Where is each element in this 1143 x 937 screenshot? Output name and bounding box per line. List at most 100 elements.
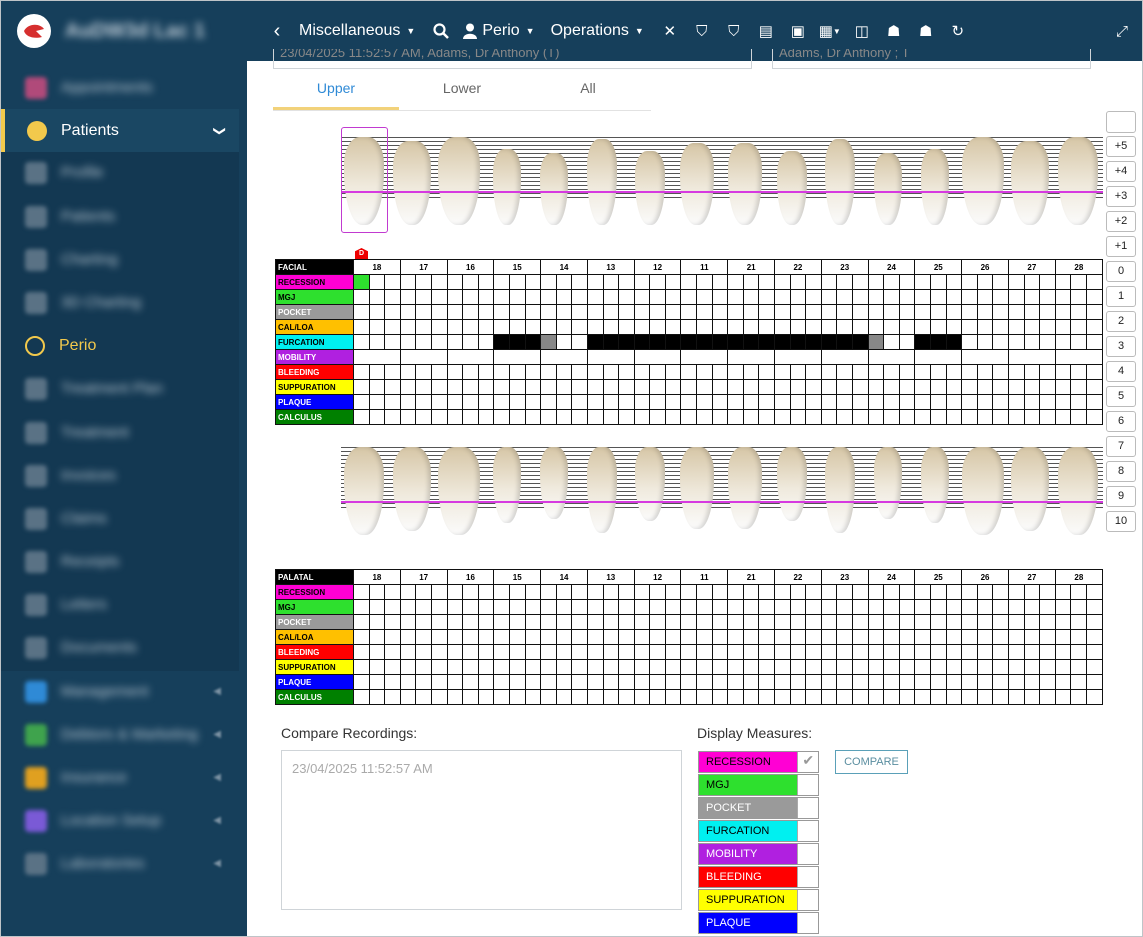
- tooth-15[interactable]: [492, 447, 521, 523]
- measure-cell[interactable]: [1039, 394, 1056, 410]
- measure-cell[interactable]: [696, 304, 713, 320]
- measure-cell[interactable]: [1023, 274, 1041, 290]
- measure-cell[interactable]: [696, 274, 713, 290]
- measure-cell[interactable]: [1007, 319, 1025, 335]
- measure-cell[interactable]: [493, 689, 510, 705]
- measure-cell[interactable]: [867, 584, 885, 600]
- measure-cell[interactable]: [789, 409, 807, 425]
- measure-cell[interactable]: [524, 394, 542, 410]
- measure-cell[interactable]: [524, 319, 542, 335]
- measure-cell[interactable]: [711, 584, 729, 600]
- measure-cell[interactable]: [852, 364, 869, 380]
- measure-cell[interactable]: [415, 289, 432, 305]
- measure-cell[interactable]: [430, 659, 448, 675]
- images-icon[interactable]: ▣: [788, 21, 808, 41]
- measure-cell[interactable]: [680, 379, 698, 395]
- operations-menu[interactable]: Operations ▼: [551, 22, 644, 40]
- measure-cell[interactable]: [1023, 364, 1041, 380]
- measure-cell[interactable]: [867, 629, 885, 645]
- measure-cell[interactable]: [696, 584, 713, 600]
- measure-cell[interactable]: [852, 334, 869, 350]
- measure-cell[interactable]: [430, 674, 448, 690]
- measure-cell[interactable]: [508, 289, 526, 305]
- measure-cell[interactable]: [462, 319, 479, 335]
- measure-cell[interactable]: [820, 614, 838, 630]
- measure-cell[interactable]: [727, 674, 744, 690]
- measure-cell[interactable]: [493, 274, 510, 290]
- measure-cell[interactable]: [446, 334, 464, 350]
- measure-cell[interactable]: [415, 334, 432, 350]
- measure-cell[interactable]: [976, 659, 994, 675]
- measure-cell[interactable]: [961, 409, 978, 425]
- measure-cell[interactable]: [961, 289, 978, 305]
- measure-cell[interactable]: [493, 319, 510, 335]
- measure-cell[interactable]: [446, 599, 464, 615]
- mobility-cell[interactable]: [774, 349, 822, 365]
- measure-cell[interactable]: [1070, 689, 1087, 705]
- measure-cell[interactable]: [1070, 304, 1087, 320]
- measure-cell[interactable]: [976, 304, 994, 320]
- measure-cell[interactable]: [602, 334, 620, 350]
- measure-cell[interactable]: [852, 599, 869, 615]
- measure-cell[interactable]: [867, 319, 885, 335]
- measure-cell[interactable]: [508, 319, 526, 335]
- measure-cell[interactable]: [353, 614, 370, 630]
- measure-cell[interactable]: [836, 409, 853, 425]
- measure-cell[interactable]: [384, 614, 401, 630]
- measure-cell[interactable]: [961, 364, 978, 380]
- measure-cell[interactable]: [540, 614, 557, 630]
- measure-cell[interactable]: [477, 394, 495, 410]
- measure-cell[interactable]: [1007, 644, 1025, 660]
- measure-cell[interactable]: [1023, 689, 1041, 705]
- measure-cell[interactable]: [508, 629, 526, 645]
- measure-cell[interactable]: [462, 584, 479, 600]
- measure-cell[interactable]: [836, 584, 853, 600]
- measure-cell[interactable]: [727, 334, 744, 350]
- measure-cell[interactable]: [1085, 599, 1104, 615]
- measure-cell[interactable]: [883, 644, 900, 660]
- measure-cell[interactable]: [633, 689, 651, 705]
- measure-cell[interactable]: [945, 364, 963, 380]
- measure-cell[interactable]: [742, 584, 760, 600]
- measure-cell[interactable]: [477, 674, 495, 690]
- sidebar-item-charting[interactable]: Charting: [1, 238, 239, 281]
- measure-cell[interactable]: [602, 274, 620, 290]
- measure-cell[interactable]: [477, 584, 495, 600]
- measure-cell[interactable]: [1007, 629, 1025, 645]
- sidebar-item-receipts[interactable]: Receipts: [1, 540, 239, 583]
- measure-cell[interactable]: [1039, 289, 1056, 305]
- measure-cell[interactable]: [976, 599, 994, 615]
- measure-cell[interactable]: [508, 274, 526, 290]
- measure-cell[interactable]: [415, 319, 432, 335]
- measure-cell[interactable]: [1007, 334, 1025, 350]
- measure-cell[interactable]: [633, 614, 651, 630]
- measure-cell[interactable]: [914, 289, 931, 305]
- measure-cell[interactable]: [929, 274, 947, 290]
- measure-cell[interactable]: [758, 334, 776, 350]
- measure-cell[interactable]: [571, 364, 588, 380]
- checkbox[interactable]: [797, 821, 818, 841]
- measure-cell[interactable]: [477, 319, 495, 335]
- measure-cell[interactable]: [836, 689, 853, 705]
- measure-cell[interactable]: [430, 409, 448, 425]
- measure-cell[interactable]: [1070, 379, 1087, 395]
- measure-cell[interactable]: [1085, 379, 1104, 395]
- tooth-25[interactable]: [921, 447, 950, 523]
- compare-list[interactable]: 23/04/2025 11:52:57 AM: [281, 750, 682, 910]
- mobility-cell[interactable]: [586, 349, 635, 365]
- measure-cell[interactable]: [1023, 289, 1041, 305]
- measure-cell[interactable]: [774, 364, 791, 380]
- measure-cell[interactable]: [353, 674, 370, 690]
- user-info-icon[interactable]: ☗: [884, 21, 904, 41]
- measure-cell[interactable]: [883, 379, 900, 395]
- measure-cell[interactable]: [368, 304, 386, 320]
- measure-cell[interactable]: [774, 379, 791, 395]
- measure-cell[interactable]: [758, 304, 776, 320]
- measure-cell[interactable]: [618, 319, 635, 335]
- measure-cell[interactable]: [1023, 674, 1041, 690]
- measure-cell[interactable]: [586, 364, 604, 380]
- measure-cell[interactable]: [945, 674, 963, 690]
- measure-cell[interactable]: [618, 659, 635, 675]
- measure-cell[interactable]: [1070, 599, 1087, 615]
- measure-cell[interactable]: [477, 409, 495, 425]
